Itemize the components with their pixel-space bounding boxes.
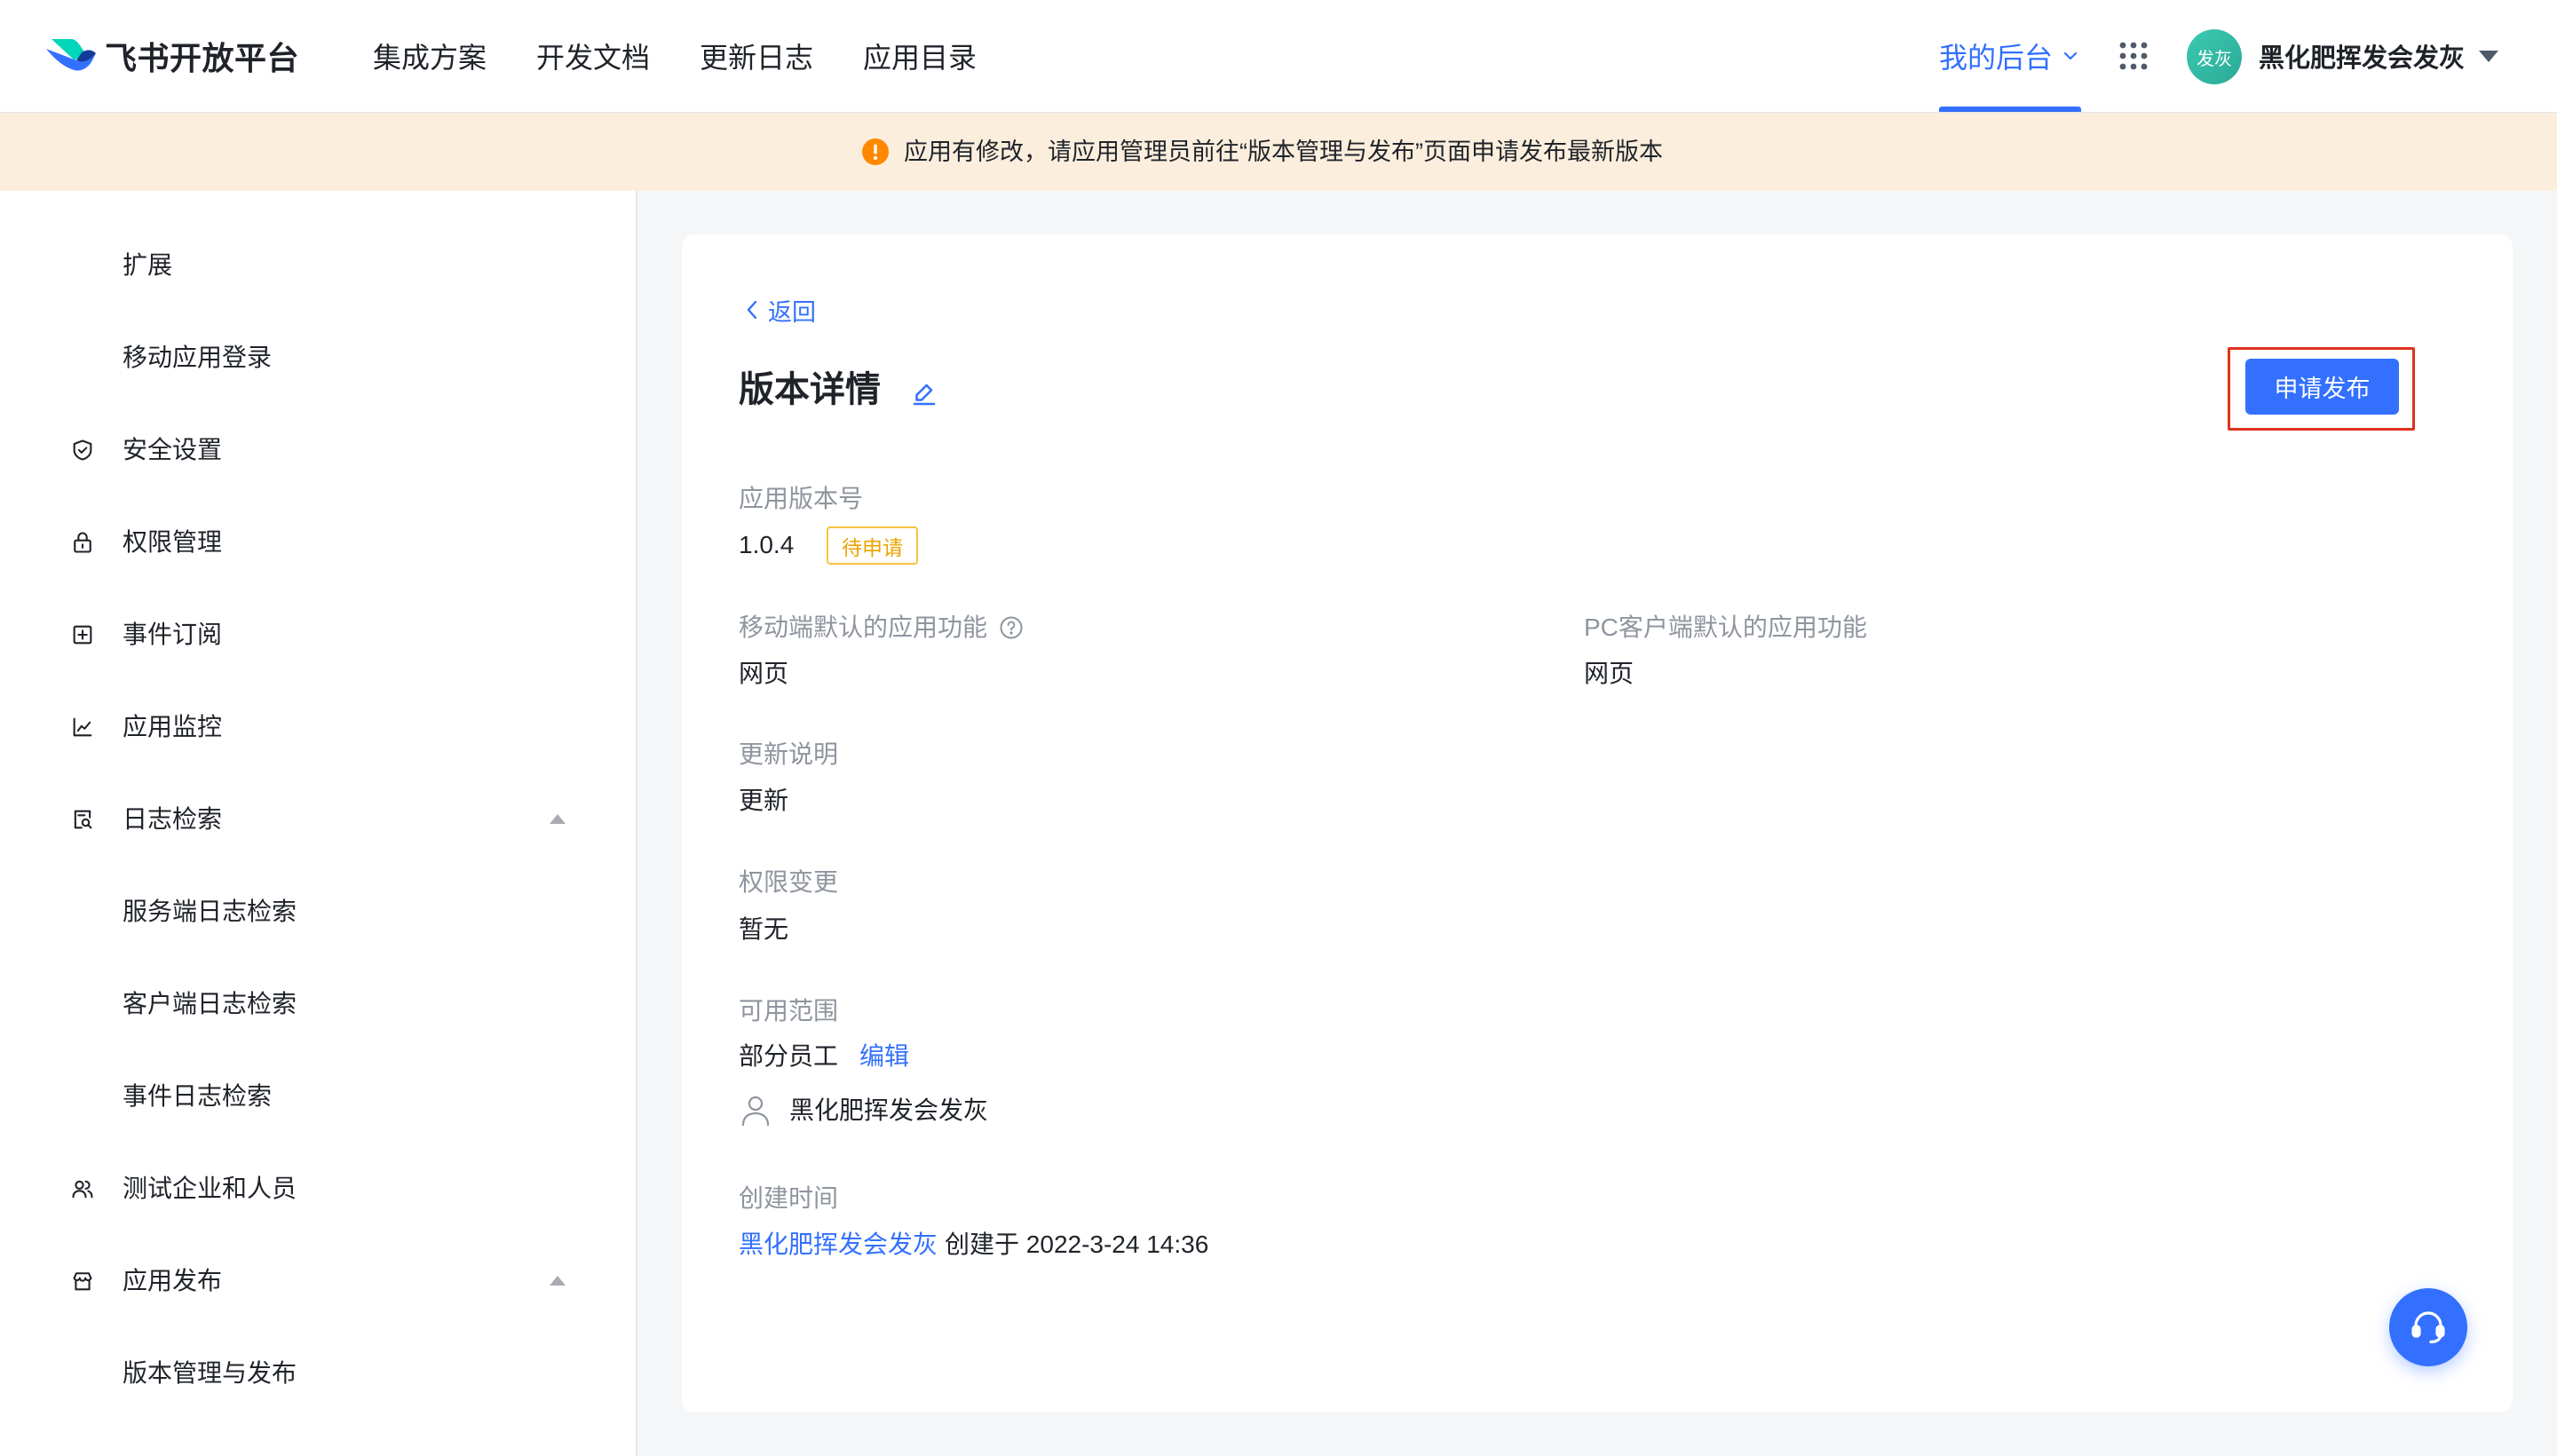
avatar[interactable]: 发灰 [2187,29,2242,84]
caret-down-icon[interactable] [2479,51,2498,62]
created-time-text: 创建于 2022-3-24 14:36 [945,1230,1209,1258]
plus-square-icon [70,622,95,647]
scope-label: 可用范围 [739,997,839,1025]
sidebar-item-test-tenant[interactable]: 测试企业和人员 [0,1143,636,1235]
sidebar-item-permissions[interactable]: 权限管理 [0,496,636,589]
top-nav: 集成方案 开发文档 更新日志 应用目录 [373,0,977,112]
sidebar-item-version-management[interactable]: 版本管理与发布 [0,1327,636,1420]
sidebar: 扩展 移动应用登录 安全设置 权限管理 事件订阅 应用监控 日志检索 服务端日志… [0,191,637,1456]
status-badge: 待申请 [827,526,918,565]
pc-default-label: PC客户端默认的应用功能 [1584,613,1867,641]
sidebar-item-event-subscription[interactable]: 事件订阅 [0,589,636,681]
permission-changes-label: 权限变更 [739,868,839,896]
log-search-icon [70,807,95,832]
chevron-left-icon [747,300,757,320]
my-console-menu[interactable]: 我的后台 [1939,0,2081,112]
pencil-edit-icon[interactable] [910,379,938,408]
sidebar-item-label: 安全设置 [123,436,223,463]
back-label: 返回 [768,298,816,326]
scope-value: 部分员工 [739,1042,839,1070]
sidebar-item-label: 日志检索 [123,805,223,833]
users-icon [70,1176,95,1201]
chevron-down-icon [2063,51,2078,60]
sidebar-item-label: 扩展 [123,251,173,279]
scope-member-name: 黑化肥挥发会发灰 [789,1096,989,1124]
sidebar-item-label: 移动应用登录 [123,344,273,371]
nav-integration-solutions[interactable]: 集成方案 [373,36,487,76]
sidebar-item-log-search[interactable]: 日志检索 [0,773,636,866]
release-notes-label: 更新说明 [739,740,839,768]
created-label: 创建时间 [739,1184,839,1212]
version-detail-card: 返回 版本详情 申请发布 应用版本号 1.0.4 待申请 移动端默认的应用功能 … [682,234,2513,1412]
sidebar-item-server-log-search[interactable]: 服务端日志检索 [0,866,636,958]
apply-publish-button[interactable]: 申请发布 [2245,359,2399,415]
line-chart-icon [70,715,95,740]
release-notes-value: 更新 [739,787,789,814]
help-circle-icon[interactable] [999,615,1024,640]
nav-dev-docs[interactable]: 开发文档 [536,36,650,76]
nav-changelog[interactable]: 更新日志 [700,36,813,76]
brand-title[interactable]: 飞书开放平台 [105,0,299,112]
collapse-caret-icon[interactable] [550,1276,566,1286]
notice-message: 应用有修改，请应用管理员前往“版本管理与发布”页面申请发布最新版本 [904,138,1663,165]
mobile-default-label: 移动端默认的应用功能 [739,613,988,641]
pc-default-value: 网页 [1584,660,1635,687]
sidebar-item-label: 测试企业和人员 [123,1175,297,1202]
feishu-logo-icon[interactable] [44,0,98,112]
permission-changes-value: 暂无 [739,915,789,943]
top-header: 飞书开放平台 集成方案 开发文档 更新日志 应用目录 我的后台 发灰 黑化肥挥发… [0,0,2557,113]
sidebar-item-mobile-login[interactable]: 移动应用登录 [0,312,636,404]
warning-icon [861,138,890,166]
nav-app-directory[interactable]: 应用目录 [863,36,977,76]
sidebar-item-client-log-search[interactable]: 客户端日志检索 [0,958,636,1050]
lock-icon [70,530,95,555]
app-window: 飞书开放平台 集成方案 开发文档 更新日志 应用目录 我的后台 发灰 黑化肥挥发… [0,0,2557,1456]
page-title: 版本详情 [739,370,881,409]
my-console-label: 我的后台 [1939,42,2054,74]
created-line: 黑化肥挥发会发灰 创建于 2022-3-24 14:36 [739,1227,1208,1262]
sidebar-item-label: 权限管理 [123,528,223,556]
sidebar-item-monitoring[interactable]: 应用监控 [0,681,636,773]
sidebar-item-app-release[interactable]: 应用发布 [0,1235,636,1327]
collapse-caret-icon[interactable] [550,814,566,824]
sidebar-item-label: 应用发布 [123,1267,223,1294]
user-icon [740,1095,771,1127]
sidebar-item-extension[interactable]: 扩展 [0,219,636,312]
customer-service-button[interactable] [2389,1288,2467,1366]
version-value: 1.0.4 [739,531,795,558]
mobile-default-value: 网页 [739,660,789,687]
sidebar-item-label: 事件日志检索 [123,1082,273,1110]
sidebar-item-event-log-search[interactable]: 事件日志检索 [0,1050,636,1143]
scope-edit-link[interactable]: 编辑 [859,1039,909,1074]
headset-icon [2411,1311,2445,1344]
sidebar-item-label: 事件订阅 [123,621,223,648]
sidebar-item-label: 客户端日志检索 [123,990,297,1017]
version-label: 应用版本号 [739,485,864,512]
store-icon [70,1269,95,1294]
shield-icon [70,438,95,463]
active-tab-indicator [1939,107,2081,112]
creator-link[interactable]: 黑化肥挥发会发灰 [739,1230,938,1258]
back-link[interactable]: 返回 [745,292,816,328]
app-grid-icon[interactable] [2118,0,2149,112]
notice-banner: 应用有修改，请应用管理员前往“版本管理与发布”页面申请发布最新版本 [0,113,2557,191]
sidebar-item-label: 应用监控 [123,713,223,740]
sidebar-item-security[interactable]: 安全设置 [0,404,636,496]
sidebar-item-label: 版本管理与发布 [123,1359,297,1387]
sidebar-item-label: 服务端日志检索 [123,898,297,925]
user-name[interactable]: 黑化肥挥发会发灰 [2259,0,2465,112]
